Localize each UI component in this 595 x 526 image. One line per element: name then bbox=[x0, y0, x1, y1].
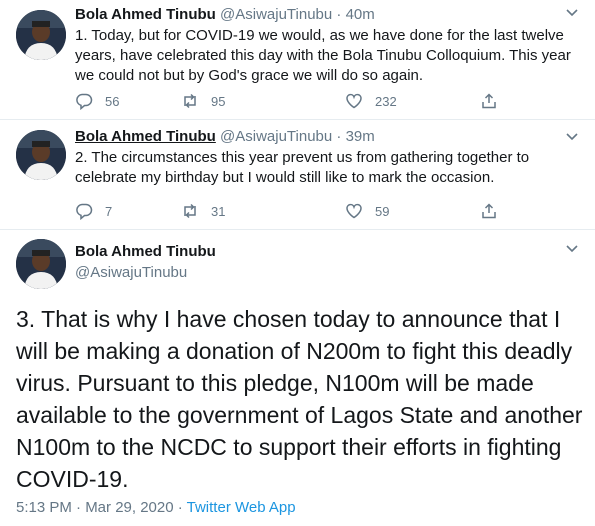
like-count: 232 bbox=[375, 93, 397, 109]
tweet-actions: 7 31 59 bbox=[75, 202, 505, 222]
tweet-meta: 5:13 PM · Mar 29, 2020 · Twitter Web App bbox=[16, 498, 296, 518]
chevron-down-icon[interactable] bbox=[565, 6, 579, 20]
author-handle[interactable]: @AsiwajuTinubu bbox=[220, 6, 332, 23]
chevron-down-icon[interactable] bbox=[565, 130, 579, 144]
reply-icon bbox=[76, 93, 93, 110]
tweet-1[interactable]: Bola Ahmed Tinubu @AsiwajuTinubu · 40m 1… bbox=[0, 0, 595, 120]
avatar-photo bbox=[16, 130, 66, 180]
author-name[interactable]: Bola Ahmed Tinubu bbox=[75, 128, 216, 145]
avatar[interactable] bbox=[16, 10, 66, 60]
reply-button[interactable]: 7 bbox=[75, 202, 112, 220]
author-name[interactable]: Bola Ahmed Tinubu bbox=[75, 242, 216, 262]
main-tweet-text: 3. That is why I have chosen today to an… bbox=[16, 306, 583, 492]
author-handle[interactable]: @AsiwajuTinubu bbox=[220, 128, 332, 145]
author-name[interactable]: Bola Ahmed Tinubu bbox=[75, 6, 216, 23]
avatar[interactable] bbox=[16, 130, 66, 180]
separator: · bbox=[336, 128, 342, 145]
tweet-source[interactable]: Twitter Web App bbox=[187, 499, 296, 516]
heart-icon bbox=[346, 93, 362, 109]
tweet-text: 2. The circumstances this year prevent u… bbox=[75, 149, 530, 186]
like-button[interactable]: 232 bbox=[345, 92, 397, 110]
retweet-button[interactable]: 95 bbox=[181, 92, 225, 110]
retweet-count: 95 bbox=[211, 93, 226, 109]
share-icon bbox=[482, 203, 496, 219]
avatar-photo bbox=[16, 239, 66, 289]
chevron-down-icon[interactable] bbox=[565, 242, 579, 256]
tweet-time[interactable]: 40m bbox=[346, 6, 375, 23]
reply-button[interactable]: 56 bbox=[75, 92, 119, 110]
separator: · bbox=[336, 6, 342, 23]
like-count: 59 bbox=[375, 203, 390, 219]
tweet-timestamp[interactable]: 5:13 PM · Mar 29, 2020 · bbox=[16, 499, 187, 516]
retweet-count: 31 bbox=[211, 203, 226, 219]
retweet-icon bbox=[184, 93, 196, 109]
share-button[interactable] bbox=[480, 202, 498, 220]
tweet-text: 1. Today, but for COVID-19 we would, as … bbox=[75, 27, 571, 84]
share-icon bbox=[482, 93, 496, 109]
tweet-2[interactable]: Bola Ahmed Tinubu @AsiwajuTinubu · 39m 2… bbox=[0, 120, 595, 230]
author-handle[interactable]: @AsiwajuTinubu bbox=[75, 263, 216, 283]
tweet-actions: 56 95 232 bbox=[75, 92, 505, 112]
avatar-photo bbox=[16, 10, 66, 60]
tweet-time[interactable]: 39m bbox=[346, 128, 375, 145]
reply-count: 7 bbox=[105, 203, 113, 219]
retweet-button[interactable]: 31 bbox=[181, 202, 225, 220]
main-tweet: Bola Ahmed Tinubu @AsiwajuTinubu 3. That… bbox=[0, 230, 595, 526]
heart-icon bbox=[346, 203, 362, 219]
share-button[interactable] bbox=[480, 92, 498, 110]
avatar[interactable] bbox=[16, 239, 66, 289]
retweet-icon bbox=[184, 203, 196, 219]
like-button[interactable]: 59 bbox=[345, 202, 389, 220]
reply-icon bbox=[76, 203, 93, 220]
reply-count: 56 bbox=[105, 93, 120, 109]
